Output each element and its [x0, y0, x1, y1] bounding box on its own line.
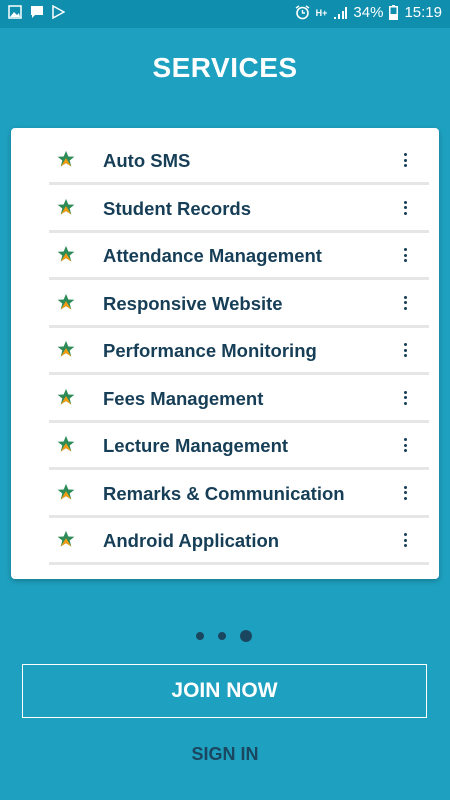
- system-status: H+ 34% 15:19: [295, 4, 442, 21]
- more-vert-icon[interactable]: [401, 294, 409, 312]
- row-divider: [49, 372, 429, 375]
- row-divider: [49, 419, 429, 423]
- row-divider: [49, 514, 429, 518]
- alarm-icon: [295, 5, 310, 20]
- service-row[interactable]: Android Application: [49, 520, 439, 565]
- service-row[interactable]: Responsive Website: [49, 283, 439, 328]
- more-vert-icon[interactable]: [401, 531, 409, 549]
- star-icon: [57, 483, 75, 499]
- service-label: Remarks & Communication: [103, 482, 345, 504]
- battery-icon: [389, 5, 399, 20]
- notification-icons: [8, 5, 65, 19]
- star-icon: [57, 198, 75, 214]
- service-row[interactable]: Lecture Management: [49, 425, 439, 470]
- network-type: H+: [315, 7, 328, 18]
- service-row[interactable]: Performance Monitoring: [49, 330, 439, 375]
- more-vert-icon[interactable]: [401, 199, 409, 217]
- star-icon: [57, 245, 75, 262]
- more-vert-icon[interactable]: [401, 389, 409, 407]
- star-icon: [57, 340, 75, 357]
- row-divider: [49, 229, 429, 233]
- star-icon: [57, 435, 75, 452]
- join-now-button[interactable]: JOIN NOW: [22, 664, 427, 718]
- row-divider: [49, 277, 429, 280]
- page-dot-active[interactable]: [240, 630, 252, 642]
- service-label: Lecture Management: [103, 435, 289, 456]
- battery-percent: 34%: [353, 4, 384, 21]
- service-label: Attendance Management: [103, 245, 322, 266]
- service-label: Responsive Website: [103, 292, 283, 314]
- message-icon: [31, 6, 43, 18]
- service-label: Auto SMS: [103, 150, 191, 171]
- row-divider: [49, 467, 429, 470]
- service-label: Android Application: [103, 530, 280, 551]
- clock: 15:19: [404, 4, 442, 21]
- star-icon: [57, 388, 75, 404]
- page-indicator: [196, 630, 252, 642]
- service-row[interactable]: Fees Management: [49, 378, 439, 423]
- row-divider: [49, 324, 429, 328]
- status-bar: H+ 34% 15:19: [0, 0, 450, 28]
- star-icon: [57, 150, 75, 167]
- services-card: Auto SMS Student Records Attendance Manage…: [11, 128, 439, 579]
- page-dot[interactable]: [218, 632, 226, 640]
- signal-icon: [334, 6, 348, 19]
- more-vert-icon[interactable]: [401, 341, 409, 359]
- service-row[interactable]: Attendance Management: [49, 235, 439, 280]
- more-vert-icon[interactable]: [401, 484, 409, 502]
- star-icon: [57, 530, 75, 547]
- star-icon: [57, 293, 75, 309]
- service-row[interactable]: Auto SMS: [49, 140, 439, 185]
- gallery-icon: [8, 5, 22, 19]
- page-title: SERVICES: [152, 52, 298, 83]
- sign-in-link[interactable]: SIGN IN: [0, 744, 450, 765]
- row-divider: [49, 562, 429, 565]
- service-label: Student Records: [103, 197, 252, 219]
- row-divider: [49, 182, 429, 185]
- service-row[interactable]: Remarks & Communication: [49, 473, 439, 518]
- page-dot[interactable]: [196, 632, 204, 640]
- more-vert-icon[interactable]: [401, 436, 409, 454]
- play-store-icon: [52, 5, 65, 19]
- service-row[interactable]: Student Records: [49, 188, 439, 233]
- more-vert-icon[interactable]: [401, 151, 409, 169]
- service-label: Fees Management: [103, 387, 264, 409]
- service-label: Performance Monitoring: [103, 340, 317, 361]
- more-vert-icon[interactable]: [401, 246, 409, 264]
